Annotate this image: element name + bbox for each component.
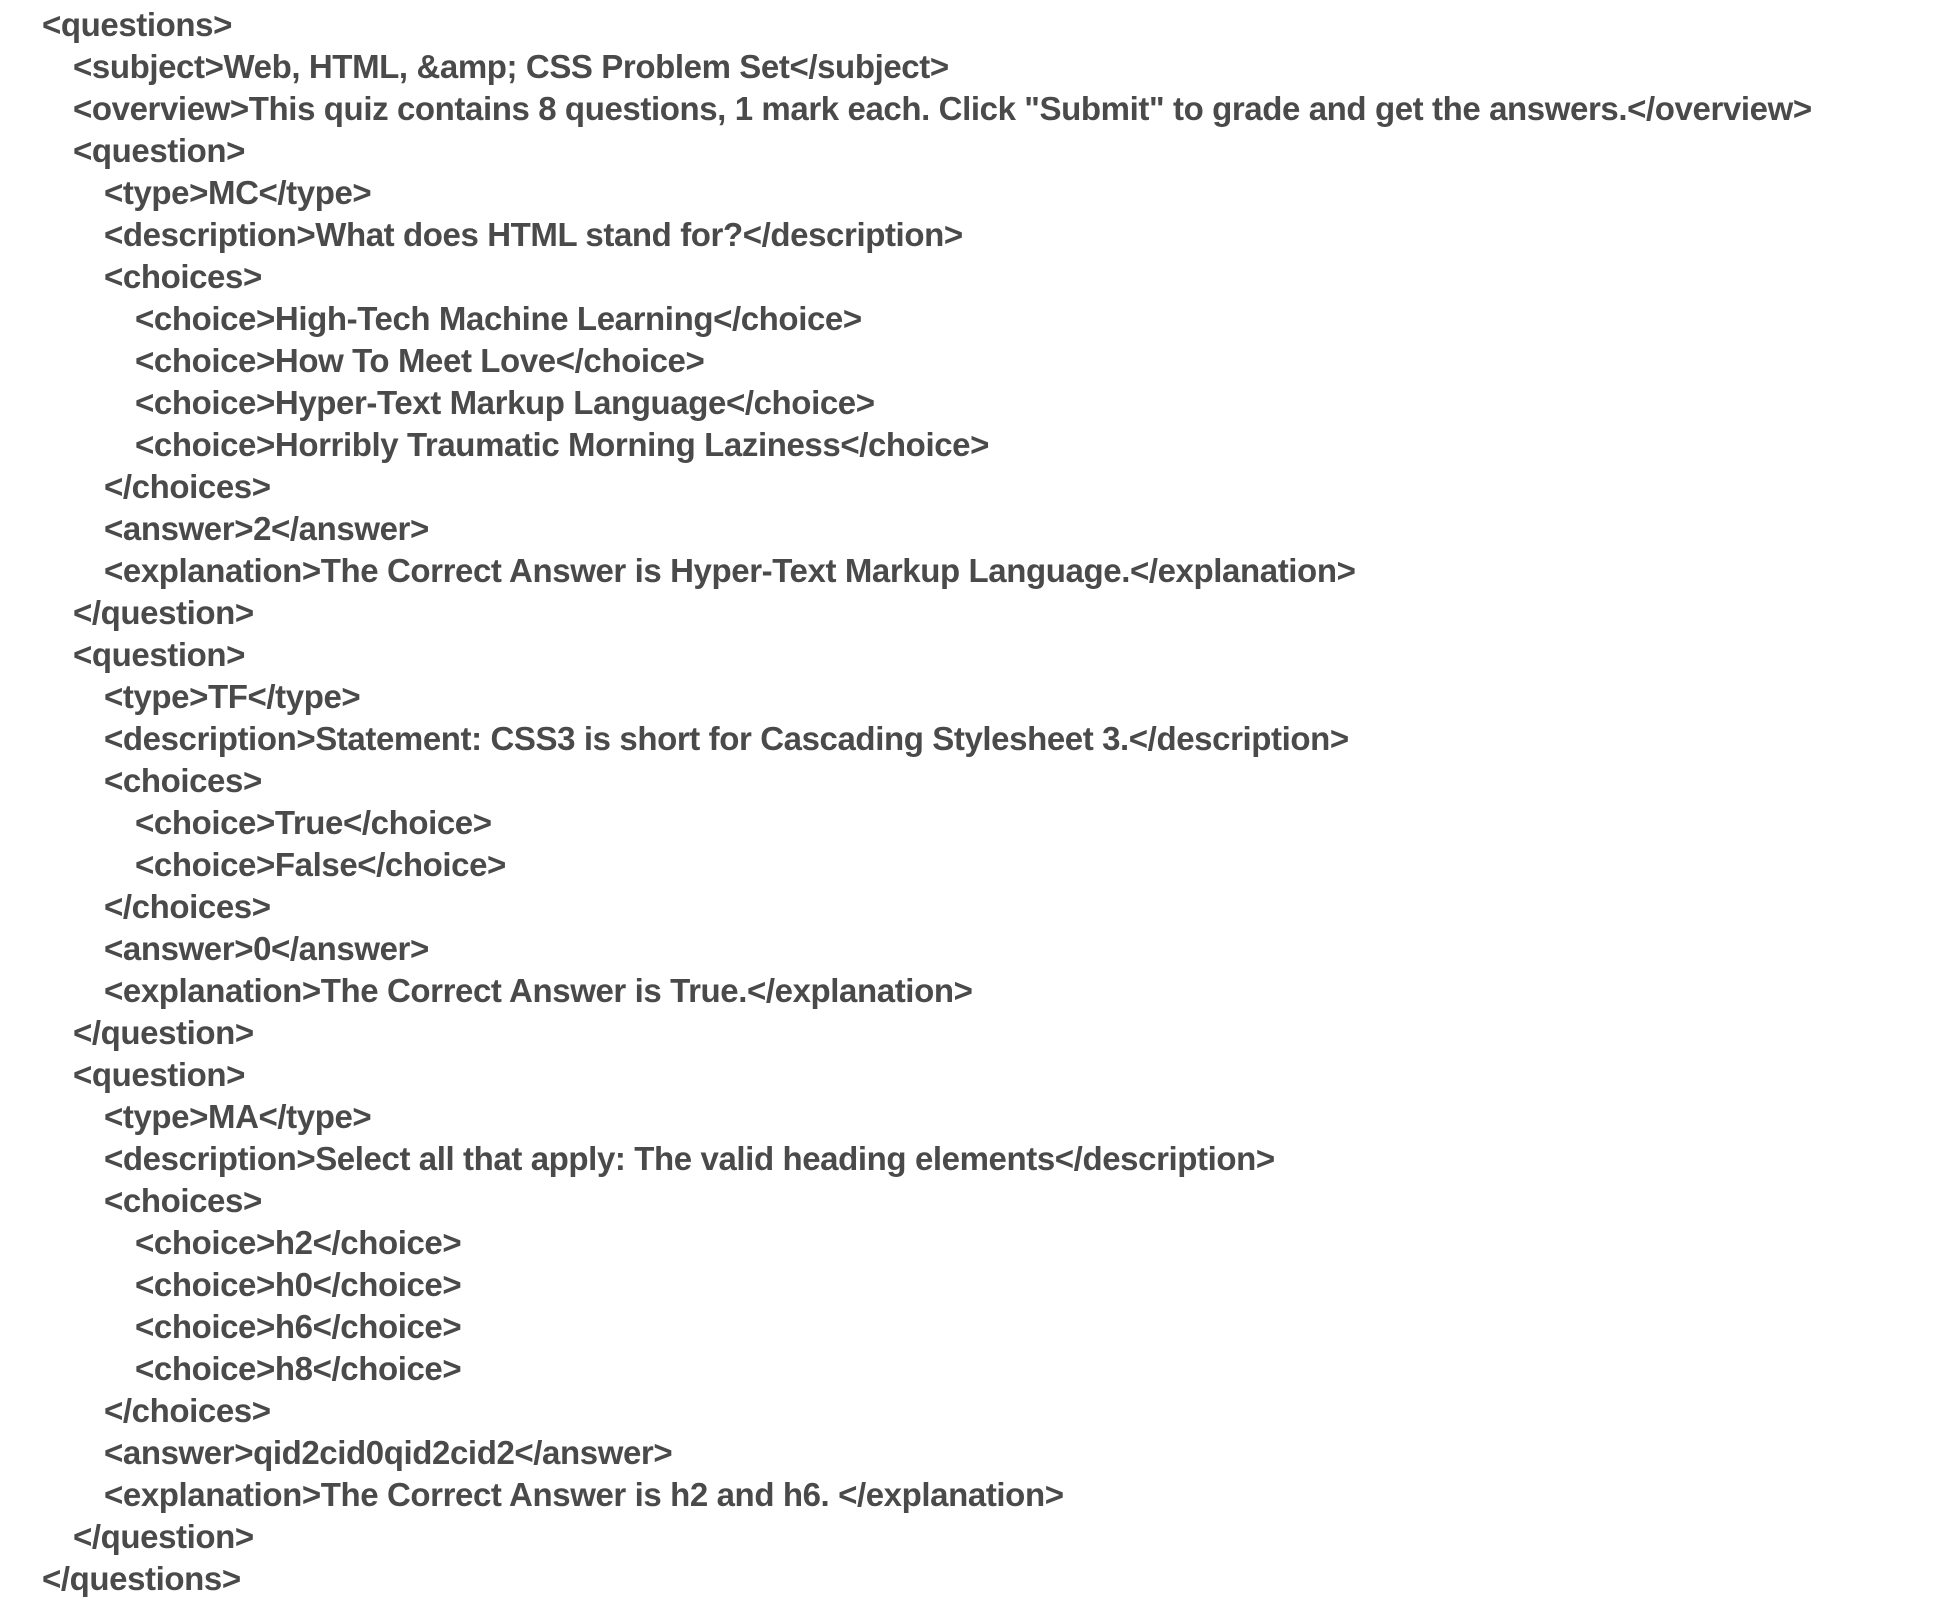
xml-line: <choice>Horribly Traumatic Morning Lazin…: [135, 426, 989, 463]
xml-line: <subject>Web, HTML, &amp; CSS Problem Se…: [73, 48, 949, 85]
xml-line: <answer>0</answer>: [104, 930, 429, 967]
xml-line: <explanation>The Correct Answer is True.…: [104, 972, 973, 1009]
xml-line: <explanation>The Correct Answer is h2 an…: [104, 1476, 1064, 1513]
xml-line: <choice>h8</choice>: [135, 1350, 462, 1387]
xml-line: </choices>: [104, 888, 271, 925]
xml-line: <type>MC</type>: [104, 174, 372, 211]
xml-line: <choice>High-Tech Machine Learning</choi…: [135, 300, 862, 337]
xml-line: <type>MA</type>: [104, 1098, 372, 1135]
xml-line: <choice>h0</choice>: [135, 1266, 462, 1303]
xml-line: </question>: [73, 594, 254, 631]
xml-line: <overview>This quiz contains 8 questions…: [73, 90, 1812, 127]
xml-line: <choices>: [104, 1182, 262, 1219]
xml-line: <choices>: [104, 258, 262, 295]
xml-line: </question>: [73, 1014, 254, 1051]
xml-line: </questions>: [42, 1560, 241, 1597]
xml-viewer: <questions> <subject>Web, HTML, &amp; CSS…: [0, 0, 1948, 1610]
xml-line: <description>Select all that apply: The …: [104, 1140, 1275, 1177]
xml-line: <answer>2</answer>: [104, 510, 429, 547]
xml-line: <choice>True</choice>: [135, 804, 492, 841]
xml-line: <question>: [73, 132, 246, 169]
xml-line: <description>What does HTML stand for?</…: [104, 216, 963, 253]
xml-line: <choices>: [104, 762, 262, 799]
xml-line: <choice>False</choice>: [135, 846, 506, 883]
xml-line: <description>Statement: CSS3 is short fo…: [104, 720, 1349, 757]
xml-line: <choice>h6</choice>: [135, 1308, 462, 1345]
xml-source-listing: <questions> <subject>Web, HTML, &amp; CSS…: [42, 4, 1812, 1600]
xml-line: <choice>Hyper-Text Markup Language</choi…: [135, 384, 875, 421]
xml-line: <choice>h2</choice>: [135, 1224, 462, 1261]
xml-line: <question>: [73, 636, 246, 673]
xml-line: <questions>: [42, 6, 232, 43]
xml-line: <explanation>The Correct Answer is Hyper…: [104, 552, 1356, 589]
xml-line: <question>: [73, 1056, 246, 1093]
xml-line: <type>TF</type>: [104, 678, 361, 715]
xml-line: </choices>: [104, 468, 271, 505]
xml-line: <choice>How To Meet Love</choice>: [135, 342, 705, 379]
xml-line: <answer>qid2cid0qid2cid2</answer>: [104, 1434, 673, 1471]
xml-line: </question>: [73, 1518, 254, 1555]
xml-line: </choices>: [104, 1392, 271, 1429]
